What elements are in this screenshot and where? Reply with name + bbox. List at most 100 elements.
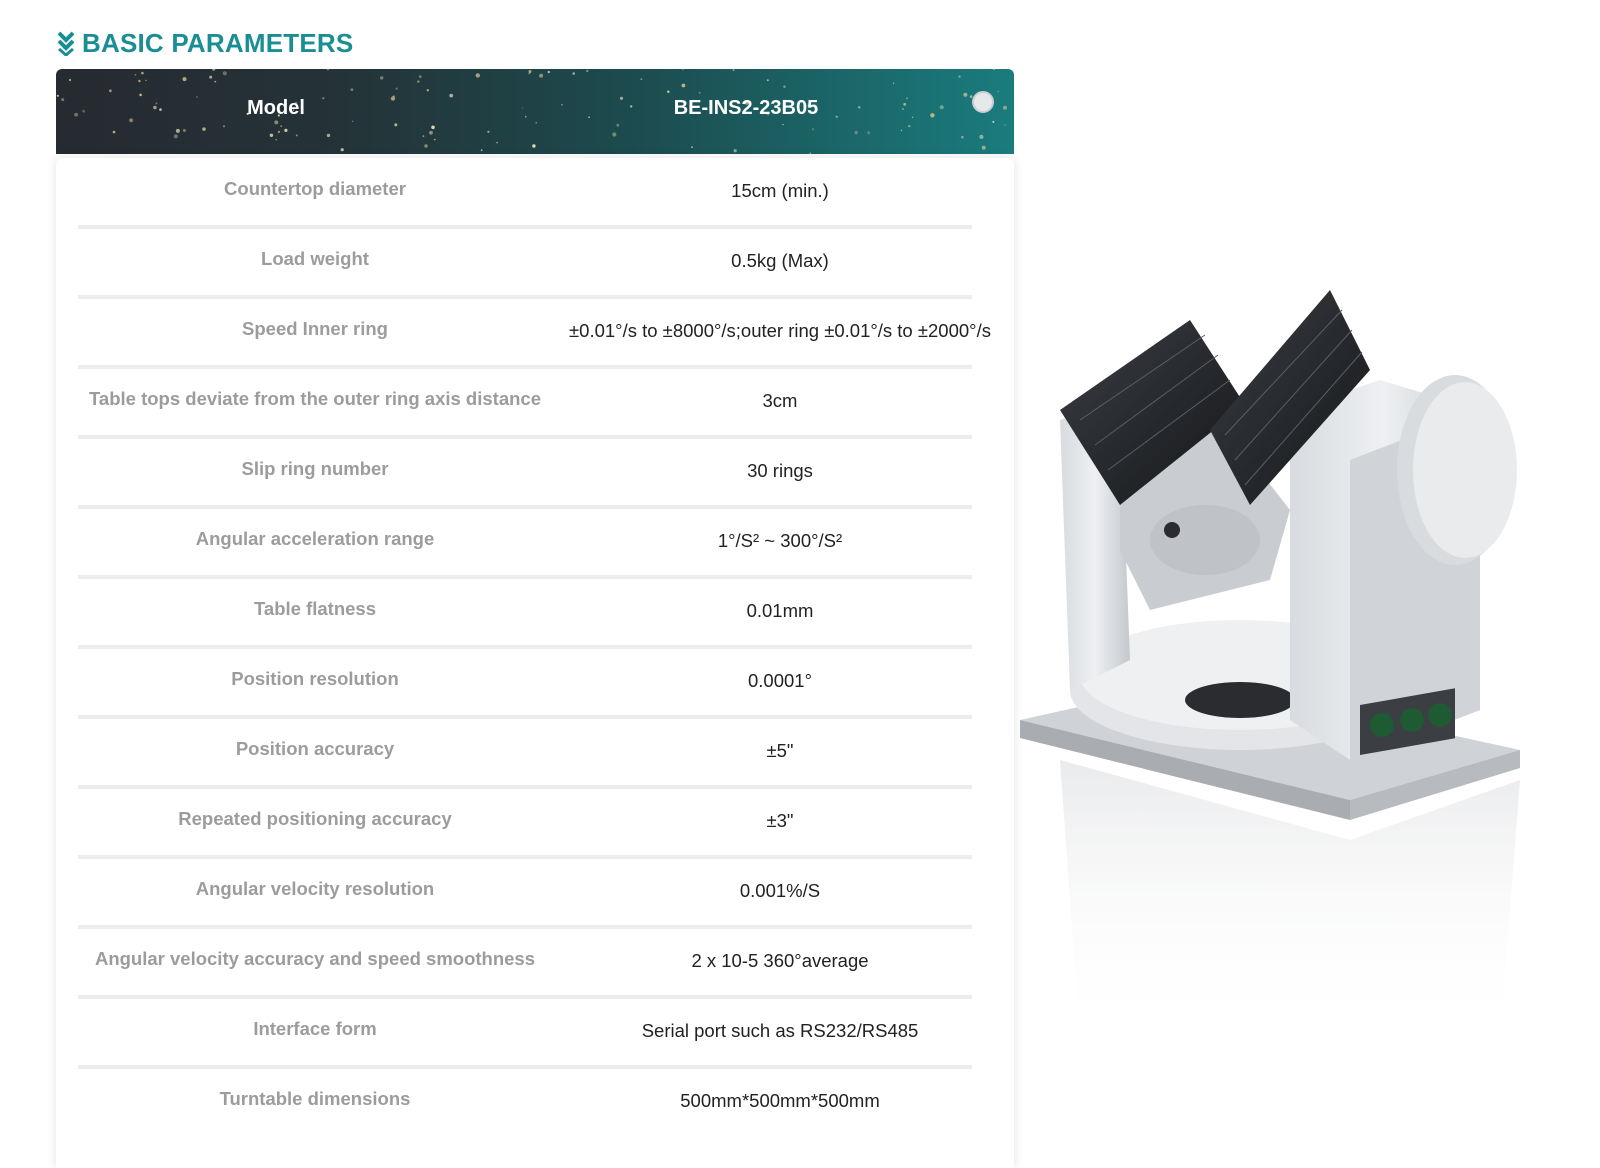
star-speck bbox=[616, 123, 620, 127]
table-row: Table flatness 0.01mm bbox=[56, 578, 1014, 649]
star-speck bbox=[958, 75, 961, 78]
parameter-label: Angular velocity accuracy and speed smoo… bbox=[94, 948, 536, 969]
star-speck bbox=[992, 120, 995, 123]
star-speck bbox=[979, 134, 984, 139]
star-speck bbox=[809, 152, 812, 154]
star-speck bbox=[280, 125, 283, 127]
star-speck bbox=[433, 138, 436, 141]
star-speck bbox=[572, 72, 575, 75]
parameters-table: Countertop diameter 15cm (min.) Load weigh… bbox=[56, 158, 1014, 1168]
parameter-label: Turntable dimensions bbox=[219, 1088, 411, 1109]
parameter-value: 0.0001° bbox=[748, 670, 812, 691]
parameter-value: 500mm*500mm*500mm bbox=[680, 1090, 880, 1111]
section-title: BASIC PARAMETERS bbox=[56, 26, 353, 60]
star-speck bbox=[733, 149, 737, 153]
parameter-value: ±3" bbox=[766, 810, 794, 831]
star-speck bbox=[586, 69, 589, 73]
star-speck bbox=[682, 69, 684, 71]
table-row: Speed Inner ring ±0.01°/s to ±8000°/s;out… bbox=[56, 298, 1014, 369]
star-speck bbox=[900, 129, 903, 132]
table-header: Model BE-INS2-23B05 bbox=[56, 69, 1014, 154]
star-speck bbox=[277, 130, 281, 133]
star-speck bbox=[547, 70, 550, 74]
parameter-label: Speed Inner ring bbox=[242, 318, 388, 339]
table-row: Slip ring number 30 rings bbox=[56, 438, 1014, 509]
star-speck bbox=[109, 89, 112, 93]
star-speck bbox=[431, 125, 435, 130]
star-speck bbox=[981, 145, 986, 150]
table-row: Turntable dimensions 500mm*500mm*500mm bbox=[56, 1068, 1014, 1139]
table-row: Position resolution 0.0001° bbox=[56, 648, 1014, 719]
star-speck bbox=[395, 87, 398, 90]
table-row: Repeated positioning accuracy ±3" bbox=[56, 788, 1014, 859]
star-speck bbox=[182, 77, 187, 82]
star-speck bbox=[667, 90, 670, 93]
star-speck bbox=[138, 79, 141, 83]
parameter-value: ±0.01°/s to ±8000°/s;outer ring ±0.01°/s… bbox=[569, 320, 991, 341]
parameter-value: 3cm bbox=[762, 390, 798, 411]
parameter-value: ±5" bbox=[766, 740, 794, 761]
star-speck bbox=[175, 128, 180, 133]
star-speck bbox=[222, 125, 226, 128]
parameter-label: Position resolution bbox=[231, 668, 399, 689]
parameter-label: Position accuracy bbox=[235, 738, 395, 759]
star-speck bbox=[326, 69, 330, 71]
star-speck bbox=[867, 131, 871, 135]
star-speck bbox=[528, 70, 532, 73]
star-speck bbox=[417, 80, 420, 83]
star-speck bbox=[480, 149, 483, 152]
star-speck bbox=[424, 144, 428, 148]
star-speck bbox=[222, 71, 227, 76]
star-speck bbox=[893, 82, 895, 84]
parameter-label: Table flatness bbox=[253, 598, 376, 619]
star-speck bbox=[691, 146, 693, 148]
star-speck bbox=[496, 141, 498, 144]
star-speck bbox=[145, 79, 147, 81]
table-row: Angular velocity resolution 0.001%/S bbox=[56, 858, 1014, 929]
star-speck bbox=[640, 78, 643, 81]
parameter-label: Interface form bbox=[253, 1018, 377, 1039]
star-speck bbox=[214, 80, 217, 83]
star-speck bbox=[274, 120, 279, 125]
star-speck bbox=[783, 85, 786, 88]
star-speck bbox=[340, 148, 344, 152]
table-row: Interface form Serial port such as RS232/… bbox=[56, 998, 1014, 1069]
star-speck bbox=[782, 123, 784, 126]
table-row: Table tops deviate from the outer ring a… bbox=[56, 368, 1014, 439]
star-speck bbox=[681, 83, 686, 88]
star-speck bbox=[854, 130, 858, 135]
parameter-value: 0.001%/S bbox=[739, 880, 821, 901]
star-speck bbox=[112, 130, 116, 134]
star-speck bbox=[212, 69, 216, 71]
star-speck bbox=[539, 73, 544, 78]
star-speck bbox=[418, 75, 422, 79]
star-speck bbox=[1004, 124, 1006, 126]
star-speck bbox=[350, 88, 354, 91]
star-speck bbox=[732, 69, 735, 72]
parameter-value: 1°/S² ~ 300°/S² bbox=[717, 530, 843, 551]
parameter-label: Load weight bbox=[261, 248, 369, 269]
star-speck bbox=[535, 122, 537, 124]
header-toggle-dot[interactable] bbox=[972, 91, 994, 113]
star-speck bbox=[326, 133, 331, 138]
table-row: Angular velocity accuracy and speed smoo… bbox=[56, 928, 1014, 999]
star-speck bbox=[426, 89, 429, 92]
double-chevron-down-icon bbox=[57, 31, 75, 56]
star-speck bbox=[1003, 105, 1007, 110]
parameter-value: 30 rings bbox=[747, 460, 813, 481]
parameter-label: Angular acceleration range bbox=[195, 528, 435, 549]
star-speck bbox=[173, 134, 178, 139]
star-speck bbox=[475, 73, 480, 78]
star-speck bbox=[68, 78, 72, 82]
table-row: Countertop diameter 15cm (min.) bbox=[56, 158, 1014, 229]
star-speck bbox=[766, 79, 769, 82]
star-speck bbox=[352, 120, 354, 122]
section-title-text: BASIC PARAMETERS bbox=[82, 27, 354, 58]
star-speck bbox=[1012, 69, 1014, 71]
parameter-value: 0.01mm bbox=[746, 600, 814, 621]
star-speck bbox=[139, 93, 142, 97]
star-speck bbox=[961, 135, 964, 139]
parameter-label: Repeated positioning accuracy bbox=[178, 808, 452, 829]
star-speck bbox=[284, 128, 288, 132]
star-speck bbox=[209, 75, 213, 79]
